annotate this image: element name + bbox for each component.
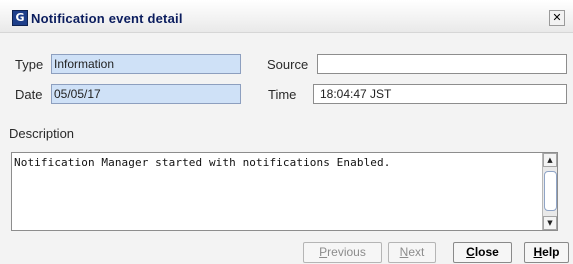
app-icon: G [12, 10, 28, 26]
date-field[interactable]: 05/05/17 [51, 84, 241, 104]
window-title: Notification event detail [31, 11, 183, 26]
vertical-scrollbar[interactable]: ▲ ▼ [542, 153, 557, 230]
close-label-rest: lose [474, 245, 499, 259]
close-mnemonic: C [466, 245, 475, 259]
help-mnemonic: H [533, 245, 543, 259]
next-label-rest: ext [408, 245, 425, 259]
scroll-up-arrow-icon[interactable]: ▲ [543, 153, 557, 167]
description-label: Description [9, 126, 75, 141]
title-bar[interactable]: G Notification event detail ✕ [0, 0, 573, 33]
previous-mnemonic: P [319, 245, 328, 259]
next-button[interactable]: Next [388, 242, 436, 263]
help-label-rest: elp [542, 245, 560, 259]
description-textarea[interactable]: Notification Manager started with notifi… [11, 152, 558, 231]
previous-button[interactable]: Previous [303, 242, 382, 263]
type-field[interactable]: Information [51, 54, 241, 74]
type-label: Type [15, 57, 44, 72]
scrollbar-thumb[interactable] [544, 171, 557, 211]
source-field[interactable] [317, 54, 567, 74]
close-icon[interactable]: ✕ [549, 10, 565, 26]
source-label: Source [267, 57, 309, 72]
description-text: Notification Manager started with notifi… [14, 156, 391, 169]
scroll-down-arrow-icon[interactable]: ▼ [543, 216, 557, 230]
previous-label-rest: revious [327, 245, 366, 259]
close-button[interactable]: Close [453, 242, 512, 263]
help-button[interactable]: Help [524, 242, 569, 263]
time-label: Time [268, 87, 297, 102]
time-field[interactable]: 18:04:47 JST [313, 84, 567, 104]
date-label: Date [15, 87, 43, 102]
